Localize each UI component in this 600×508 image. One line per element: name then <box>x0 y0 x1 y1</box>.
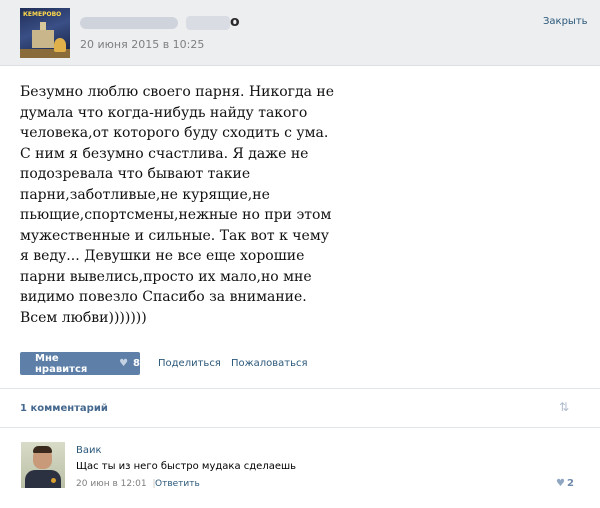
avatar-badge-shape <box>51 478 56 483</box>
like-count: 8 <box>133 358 140 369</box>
comment-date-value[interactable]: 20 июн в 12:01 <box>76 479 147 489</box>
commenter-avatar[interactable] <box>21 442 65 488</box>
divider <box>0 388 600 389</box>
heart-icon: ♥ <box>556 478 565 489</box>
post-text-line: думала что когда-нибудь найду такого <box>20 104 308 121</box>
post-text-line: парни,заботливые,не курящие,не <box>20 186 270 203</box>
commenter-name[interactable]: Ваик <box>76 445 102 456</box>
post-header: КЕМЕРОВО о 20 июня 2015 в 10:25 Закрыть <box>0 0 600 66</box>
divider <box>0 427 600 428</box>
post-text-line: мужественные и сильные. Так вот к чему <box>20 227 329 244</box>
redacted-name-part <box>80 17 178 29</box>
comment-text: Щас ты из него быстро мудака сделаешь <box>76 461 297 472</box>
report-link[interactable]: Пожаловаться <box>231 358 308 369</box>
redacted-name-part <box>186 16 230 30</box>
like-button[interactable]: Мне нравится ♥ 8 <box>20 352 140 375</box>
post-text-line: парни вывелись,просто их мало,но мне <box>20 268 312 285</box>
reply-link[interactable]: Ответить <box>155 479 200 489</box>
comment-like-count: 2 <box>566 478 574 489</box>
avatar-building-image <box>32 22 54 48</box>
avatar-figure-image <box>54 38 66 52</box>
post-date[interactable]: 20 июня 2015 в 10:25 <box>80 38 204 51</box>
post-text-line: я веду... Девушки не все еще хорошие <box>20 248 305 264</box>
comment-like-button[interactable]: ♥ 2 <box>556 478 574 489</box>
post-text-line: видимо повезло Спасибо за внимание. <box>20 289 307 305</box>
close-button[interactable]: Закрыть <box>543 16 588 27</box>
bottom-edge <box>0 504 600 508</box>
heart-icon: ♥ <box>119 358 129 369</box>
like-button-label: Мне нравится <box>35 352 88 375</box>
post-text-line: подозревала что бывают такие <box>20 166 251 182</box>
post-text-line: Всем любви))))))) <box>20 309 147 326</box>
post-text-line: Безумно люблю своего парня. Никогда не <box>20 84 335 100</box>
post-text-line: пьющие,спортсмены,нежные но при этом <box>20 207 332 223</box>
avatar-logo-text: КЕМЕРОВО <box>23 11 62 18</box>
share-link[interactable]: Поделиться <box>158 358 221 369</box>
avatar-hair-shape <box>33 446 52 453</box>
post-text-line: человека,от которого буду сходить с ума. <box>20 125 329 141</box>
post-text-line: С ним я безумно счастлива. Я даже не <box>20 145 309 162</box>
author-name[interactable]: о <box>80 14 250 32</box>
author-name-visible: о <box>230 14 240 30</box>
post-text: Безумно люблю своего парня. Никогда не д… <box>20 82 350 328</box>
comments-count[interactable]: 1 комментарий <box>20 403 108 414</box>
sort-order-icon[interactable]: ⇅ <box>559 400 575 414</box>
author-avatar[interactable]: КЕМЕРОВО <box>20 8 70 58</box>
comment-date: 20 июн в 12:01 | <box>76 479 156 489</box>
